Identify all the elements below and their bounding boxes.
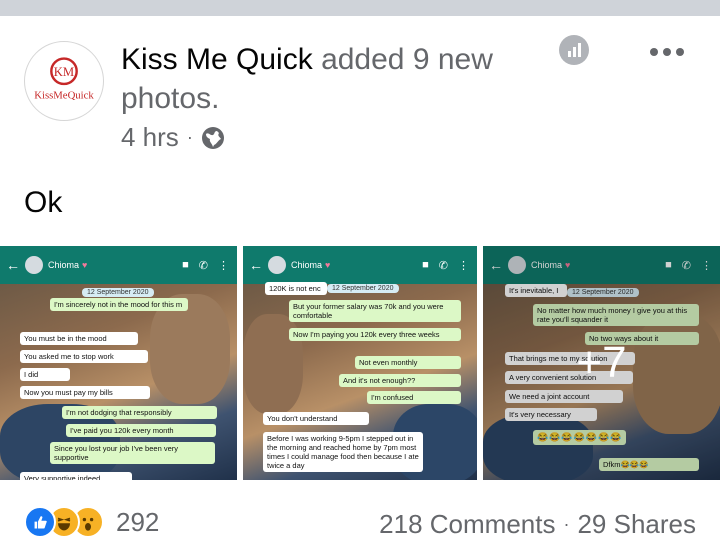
post-meta: 4 hrs ·	[121, 122, 225, 153]
video-call-icon: ■	[182, 258, 189, 271]
whatsapp-header: ← Chioma ♥ ■ ✆ ⋮	[243, 246, 477, 284]
photo-3[interactable]: ← Chioma ♥ ■ ✆ ⋮ It's inevitable, I 12 Sept…	[483, 246, 720, 480]
like-icon	[24, 506, 56, 538]
more-photos-overlay[interactable]: +7	[483, 246, 720, 480]
contact-name: Chioma	[291, 260, 323, 270]
chat-message: I'm not dodging that responsibly	[62, 406, 217, 419]
chat-date: 12 September 2020	[82, 288, 154, 297]
chat-message: And it's not enough??	[339, 374, 461, 387]
chat-message: But your former salary was 70k and you w…	[289, 300, 461, 322]
chat-message: 120K is not enc	[265, 282, 327, 295]
chat-message: Since you lost your job I've been very s…	[50, 442, 215, 464]
engagement-counts: 218 Comments · 29 Shares	[379, 509, 696, 540]
more-options-icon[interactable]	[650, 46, 684, 58]
kissmequick-logo: KM KissMeQuick	[34, 57, 94, 102]
reactions-summary[interactable]: 292	[24, 506, 159, 538]
kebab-icon: ⋮	[458, 259, 469, 272]
meta-separator: ·	[186, 127, 193, 147]
contact-name: Chioma	[48, 260, 80, 270]
post-header: Kiss Me Quick added 9 new photos.	[121, 40, 541, 118]
globe-icon[interactable]	[201, 126, 225, 150]
kebab-icon: ⋮	[218, 259, 229, 272]
whatsapp-header: ← Chioma ♥ ■ ✆ ⋮	[0, 246, 237, 284]
logo-text: KissMeQuick	[34, 90, 94, 102]
counts-separator: ·	[563, 514, 570, 534]
reaction-count: 292	[116, 506, 160, 537]
back-arrow-icon: ←	[6, 257, 20, 273]
chat-message: I'm sincerely not in the mood for this m	[50, 298, 188, 311]
chat-message: Now I'm paying you 120k every three week…	[289, 328, 461, 341]
chat-message: Not even monthly	[355, 356, 461, 369]
video-call-icon: ■	[422, 258, 429, 271]
photo-2[interactable]: ← Chioma ♥ ■ ✆ ⋮ 120K is not enc 12 Septemb…	[243, 246, 477, 480]
comments-count[interactable]: 218 Comments	[379, 509, 555, 540]
photo-grid: ← Chioma ♥ ■ ✆ ⋮ 12 September 2020 I'm sinc…	[0, 246, 720, 480]
chat-message: I did	[20, 368, 70, 381]
chat-date: 12 September 2020	[327, 284, 399, 293]
page-name-link[interactable]: Kiss Me Quick	[121, 43, 313, 76]
more-photos-count: +7	[576, 338, 627, 387]
chat-message: I'm confused	[367, 391, 461, 404]
contact-avatar	[25, 256, 43, 274]
page-avatar[interactable]: KM KissMeQuick	[24, 41, 104, 121]
phone-icon: ✆	[198, 259, 208, 272]
top-edge-bar	[0, 0, 720, 16]
chat-message: You don't understand	[263, 412, 369, 425]
chat-message: Now you must pay my bills	[20, 386, 150, 399]
chat-message: I've paid you 120k every month	[66, 424, 216, 437]
post-time[interactable]: 4 hrs	[121, 122, 179, 153]
phone-icon: ✆	[438, 259, 448, 272]
chat-message: You asked me to stop work	[20, 350, 148, 363]
chat-message: You must be in the mood	[20, 332, 138, 345]
chat-message: Very supportive indeed	[20, 472, 132, 480]
post-text: Ok	[24, 186, 63, 219]
heart-icon: ♥	[82, 260, 88, 270]
back-arrow-icon: ←	[249, 257, 263, 273]
shares-count[interactable]: 29 Shares	[577, 509, 696, 540]
chat-message: Before I was working 9-5pm I stepped out…	[263, 432, 423, 472]
contact-avatar	[268, 256, 286, 274]
post-footer: 292 218 Comments · 29 Shares	[0, 500, 720, 549]
logo-monogram: KM	[54, 65, 74, 79]
insights-icon[interactable]	[559, 35, 589, 65]
photo-1[interactable]: ← Chioma ♥ ■ ✆ ⋮ 12 September 2020 I'm sinc…	[0, 246, 237, 480]
heart-icon: ♥	[325, 260, 331, 270]
